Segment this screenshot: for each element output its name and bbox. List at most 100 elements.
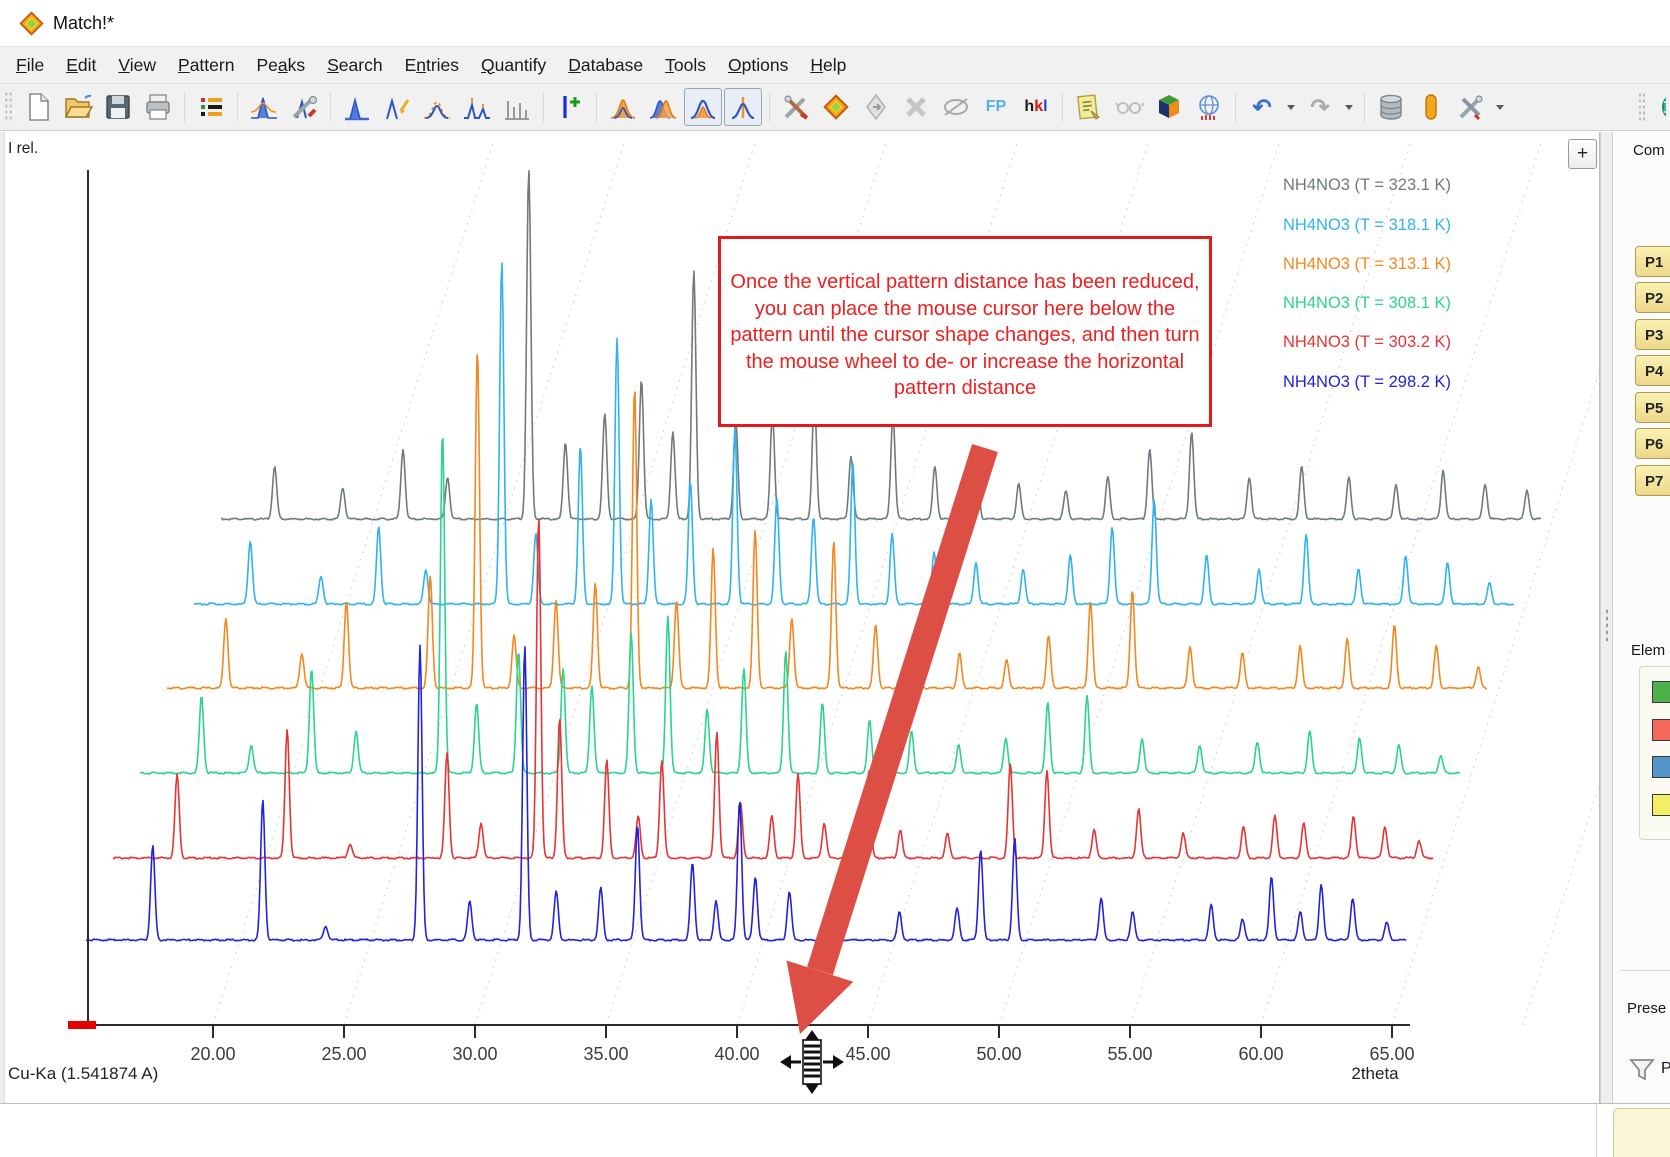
toolbar-separator (769, 92, 770, 122)
diffraction-pattern-pane[interactable]: 20.0025.0030.0035.0040.0045.0050.0055.00… (0, 132, 1600, 1103)
options-tools-icon[interactable] (1452, 88, 1490, 126)
svg-text:20.00: 20.00 (190, 1044, 235, 1064)
navigate-diamond-icon[interactable] (857, 88, 895, 126)
smooth-pattern-icon[interactable] (418, 88, 456, 126)
toolbar-separator (184, 92, 185, 122)
menu-view[interactable]: View (107, 55, 167, 76)
report-icon[interactable] (1070, 88, 1108, 126)
hkl-indices-label[interactable]: hkl (1017, 88, 1055, 126)
menu-file[interactable]: File (5, 55, 55, 76)
redo-icon[interactable]: ↷ (1301, 88, 1339, 126)
zoom-in-button[interactable]: + (1568, 139, 1597, 169)
horizontal-distance-cursor-icon (780, 1030, 844, 1094)
menu-entries[interactable]: Entries (394, 55, 470, 76)
search-match-icon[interactable] (777, 88, 815, 126)
pattern-processing-icon[interactable] (285, 88, 323, 126)
toolbar-separator (543, 92, 544, 122)
menu-edit[interactable]: Edit (55, 55, 107, 76)
toolbar-separator (237, 92, 238, 122)
element-color-yellow-swatch[interactable] (1652, 794, 1670, 816)
unit-cell-cube-icon[interactable] (1150, 88, 1188, 126)
pattern-button-p1[interactable]: P1 (1635, 246, 1670, 277)
exclude-entry-icon[interactable] (937, 88, 975, 126)
redo-history-dropdown-icon[interactable] (1341, 88, 1357, 126)
pattern-button-p6[interactable]: P6 (1635, 428, 1670, 459)
window-titlebar: Match!* (0, 0, 1670, 47)
undo-history-dropdown-icon[interactable] (1283, 88, 1299, 126)
show-both-profiles-icon[interactable] (644, 88, 682, 126)
pattern-button-p3[interactable]: P3 (1635, 319, 1670, 350)
annotation-arrow (787, 448, 986, 1034)
menu-peaks[interactable]: Peaks (245, 55, 316, 76)
legend-entry: NH4NO3 (T = 308.1 K) (1283, 294, 1451, 313)
reference-lines-icon[interactable] (498, 88, 536, 126)
peak-searching-icon[interactable] (458, 88, 496, 126)
pattern-button-p5[interactable]: P5 (1635, 392, 1670, 423)
toolbar-separator (330, 92, 331, 122)
x-axis-title: 2theta (1315, 1064, 1435, 1084)
toolbar: FP hkl ↶ ↷ (0, 84, 1670, 131)
composition-section-label: Com (1633, 142, 1665, 159)
origin-marker (68, 1021, 96, 1029)
instruction-callout: Once the vertical pattern distance has b… (718, 236, 1212, 427)
add-peak-icon[interactable] (551, 88, 589, 126)
presets-section-label: Prese (1627, 1000, 1666, 1017)
view-entry-glasses-icon[interactable] (1110, 88, 1148, 126)
toggle-experimental-pattern-icon[interactable] (684, 88, 722, 126)
pattern-button-p4[interactable]: P4 (1635, 355, 1670, 386)
pattern-data-sheet-icon[interactable] (192, 88, 230, 126)
menu-quantify[interactable]: Quantify (470, 55, 557, 76)
subtract-background-icon[interactable] (338, 88, 376, 126)
open-document-icon[interactable] (59, 88, 97, 126)
undo-icon[interactable]: ↶ (1243, 88, 1281, 126)
print-icon[interactable] (139, 88, 177, 126)
experimental-pattern-icon[interactable] (245, 88, 283, 126)
filter-funnel-icon[interactable] (1629, 1058, 1655, 1082)
menu-tools[interactable]: Tools (654, 55, 717, 76)
menu-search[interactable]: Search (316, 55, 393, 76)
match-app-icon (18, 10, 45, 37)
svg-text:35.00: 35.00 (583, 1044, 628, 1064)
toggle-peak-markers-icon[interactable] (724, 88, 762, 126)
svg-text:30.00: 30.00 (452, 1044, 497, 1064)
menu-options[interactable]: Options (717, 55, 799, 76)
match-diamond-icon[interactable] (817, 88, 855, 126)
svg-text:65.00: 65.00 (1369, 1044, 1414, 1064)
candidate-list-icon[interactable] (1412, 88, 1450, 126)
window-title: Match!* (53, 13, 114, 34)
show-calculated-profile-icon[interactable] (604, 88, 642, 126)
element-color-green-swatch[interactable] (1652, 681, 1670, 703)
pattern-button-p7[interactable]: P7 (1635, 465, 1670, 496)
restraints-side-panel: Com P1 P2 P3 P4 P5 P6 P7 Elem Prese P (1613, 132, 1670, 1103)
panel-splitter[interactable] (1600, 132, 1613, 1103)
splitter-handle-icon[interactable] (1605, 608, 1609, 644)
element-color-red-swatch[interactable] (1652, 719, 1670, 741)
toolbar-grip-icon[interactable] (4, 91, 13, 123)
web-partial-icon[interactable] (1648, 88, 1666, 126)
bottom-panel-tab[interactable] (1613, 1108, 1670, 1157)
legend-entry: NH4NO3 (T = 313.1 K) (1283, 255, 1451, 274)
menu-pattern[interactable]: Pattern (167, 55, 245, 76)
bottom-divider (1596, 1104, 1607, 1157)
legend-entry: NH4NO3 (T = 323.1 K) (1283, 176, 1451, 195)
menu-help[interactable]: Help (799, 55, 857, 76)
menu-database[interactable]: Database (557, 55, 654, 76)
options-dropdown-icon[interactable] (1492, 88, 1508, 126)
delete-entry-icon[interactable] (897, 88, 935, 126)
legend-entry: NH4NO3 (T = 303.2 K) (1283, 333, 1451, 352)
svg-text:40.00: 40.00 (714, 1044, 759, 1064)
element-color-group (1639, 666, 1670, 840)
new-document-icon[interactable] (19, 88, 57, 126)
panel-section-divider (1621, 970, 1670, 971)
strip-kalpha2-icon[interactable] (378, 88, 416, 126)
legend-entry: NH4NO3 (T = 318.1 K) (1283, 216, 1451, 235)
database-icon[interactable] (1372, 88, 1410, 126)
pattern-button-p2[interactable]: P2 (1635, 282, 1670, 313)
fp-calculation-label[interactable]: FP (977, 88, 1015, 126)
instruction-text: Once the vertical pattern distance has b… (730, 271, 1199, 399)
save-icon[interactable] (99, 88, 137, 126)
toolbar-grip-icon[interactable] (1638, 92, 1646, 122)
svg-text:25.00: 25.00 (321, 1044, 366, 1064)
crystal-structure-icon[interactable] (1190, 88, 1228, 126)
element-color-blue-swatch[interactable] (1652, 756, 1670, 778)
